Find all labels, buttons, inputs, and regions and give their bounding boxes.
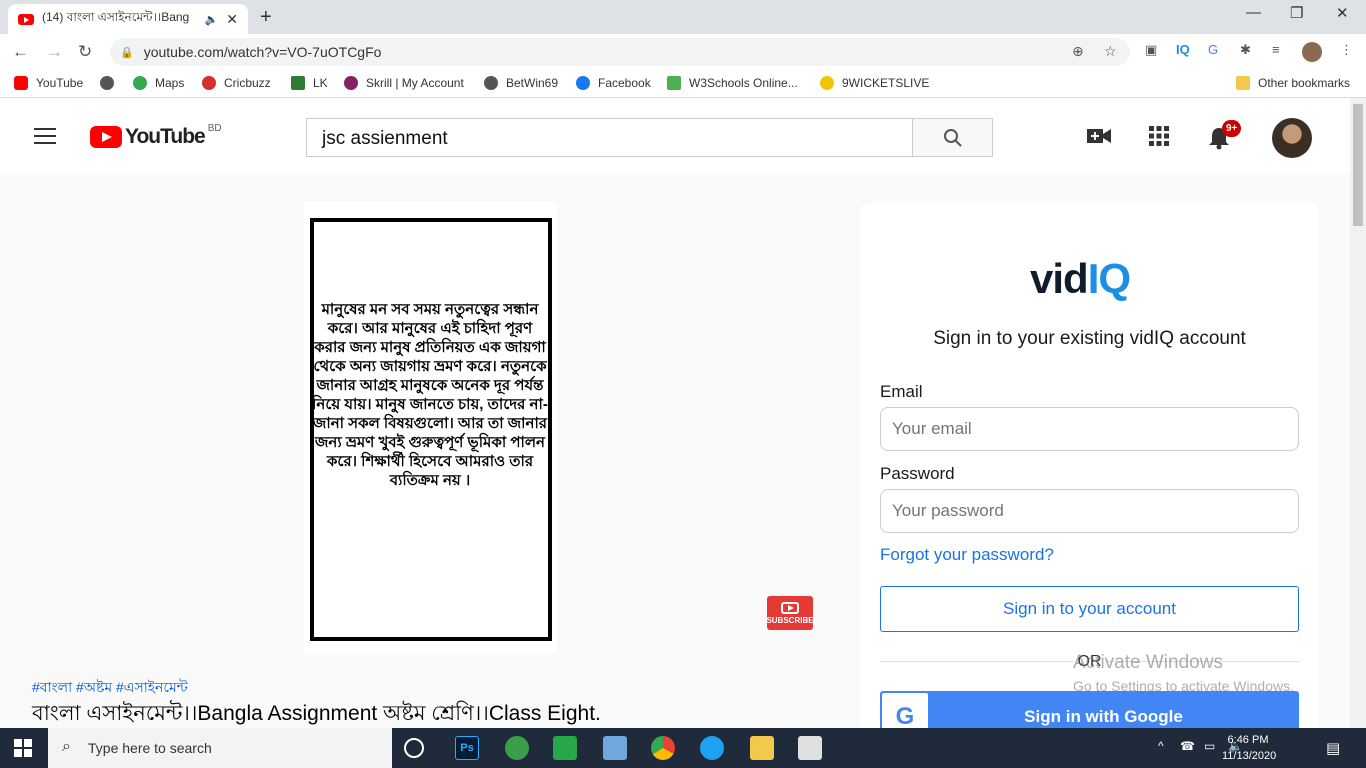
signin-button[interactable]: Sign in to your account: [880, 586, 1299, 632]
password-field[interactable]: [880, 489, 1299, 533]
search-icon: [943, 128, 962, 147]
email-label: Email: [880, 382, 923, 401]
speaker-icon[interactable]: 🔈: [205, 13, 219, 26]
zoom-icon[interactable]: ⊕: [1072, 43, 1084, 60]
new-tab-button[interactable]: +: [260, 6, 272, 29]
create-video-icon[interactable]: [1087, 126, 1111, 151]
video-text: মানুষের মন সব সময় নতুনত্বের সন্ধান করে।…: [312, 301, 548, 489]
vidiq-extension-icon[interactable]: IQ: [1176, 42, 1190, 57]
bookmark-lk[interactable]: LK: [291, 76, 328, 90]
bookmark-w3schools[interactable]: W3Schools Online...: [667, 76, 798, 90]
youtube-header: YouTube BD jsc assienment 9+: [0, 98, 1350, 173]
restore-button[interactable]: ❐: [1290, 4, 1303, 22]
bookmark-skrill[interactable]: Skrill | My Account: [344, 76, 464, 90]
video-title: বাংলা এসাইনমেন্ট।।Bangla Assignment অষ্ট…: [32, 702, 601, 725]
youtube-favicon-icon: [18, 13, 34, 25]
youtube-logo[interactable]: YouTube BD: [90, 122, 222, 149]
back-button[interactable]: ←: [12, 42, 29, 62]
windows-taskbar: ⌕ Type here to search Ps ^ ☎ ▭ 🔈 6:46 PM…: [0, 728, 1366, 768]
other-bookmarks[interactable]: Other bookmarks: [1236, 76, 1350, 90]
bookmark-maps[interactable]: Maps: [133, 76, 184, 90]
profile-avatar-icon[interactable]: [1302, 42, 1322, 62]
bookmark-9wicketslive[interactable]: 9WICKETSLIVE: [820, 76, 929, 90]
forward-button[interactable]: →: [46, 42, 63, 62]
translate-icon[interactable]: G: [1208, 42, 1218, 57]
w3schools-icon: [667, 76, 681, 90]
close-tab-icon[interactable]: ✕: [226, 11, 238, 28]
bookmark-youtube[interactable]: YouTube: [14, 76, 83, 90]
bookmark-cricbuzz[interactable]: Cricbuzz: [202, 76, 271, 90]
search-input[interactable]: jsc assienment: [306, 118, 913, 157]
video-player[interactable]: মানুষের মন সব সময় নতুনত্বের সন্ধান করে।…: [304, 202, 557, 653]
extensions-puzzle-icon[interactable]: ✱: [1240, 42, 1251, 58]
photoshop-icon[interactable]: Ps: [455, 736, 479, 760]
password-label: Password: [880, 464, 955, 483]
network-icon[interactable]: ☎: [1180, 739, 1195, 753]
user-avatar[interactable]: [1272, 118, 1312, 158]
folder-icon: [1236, 76, 1250, 90]
notification-badge: 9+: [1222, 120, 1242, 137]
facebook-icon: [576, 76, 590, 90]
bookmark-facebook[interactable]: Facebook: [576, 76, 651, 90]
address-bar-row: ← → ↻ 🔒 youtube.com/watch?v=VO-7uOTCgFo …: [0, 34, 1366, 70]
signin-heading: Sign in to your existing vidIQ account: [933, 328, 1246, 349]
camtasia-icon[interactable]: [553, 736, 577, 760]
reload-button[interactable]: ↻: [78, 42, 92, 62]
youtube-icon: [14, 76, 28, 90]
app-green-icon[interactable]: [505, 736, 529, 760]
9wickets-icon: [820, 76, 834, 90]
chrome-icon[interactable]: [651, 736, 675, 760]
bet365-icon: [291, 76, 305, 90]
system-clock[interactable]: 6:46 PM 11/13/2020: [1222, 732, 1276, 764]
desktop-app-icon[interactable]: [603, 736, 627, 760]
taskbar-search[interactable]: ⌕ Type here to search: [48, 728, 392, 768]
browser-tab[interactable]: (14) বাংলা এসাইনমেন্ট।।Bang 🔈 ✕: [8, 4, 248, 34]
tab-title: (14) বাংলা এসাইনমেন্ট।।Bang: [42, 10, 190, 24]
minimize-button[interactable]: —: [1246, 4, 1261, 21]
photos-icon[interactable]: [798, 736, 822, 760]
windows-start-icon[interactable]: [14, 739, 32, 757]
file-explorer-icon[interactable]: [750, 736, 774, 760]
hamburger-menu-icon[interactable]: [34, 128, 56, 144]
globe-icon: [100, 76, 114, 90]
search-button[interactable]: [912, 118, 993, 157]
cricbuzz-icon: [202, 76, 216, 90]
subscribe-play-icon: [781, 601, 799, 614]
notification-center-icon[interactable]: ▤: [1326, 739, 1340, 757]
skrill-icon: [344, 76, 358, 90]
tray-chevron-icon[interactable]: ^: [1158, 739, 1164, 753]
forgot-password-link[interactable]: Forgot your password?: [880, 545, 1054, 565]
youtube-play-icon: [90, 126, 122, 148]
page-scrollbar[interactable]: [1350, 98, 1366, 728]
picture-in-picture-icon[interactable]: ▣: [1145, 42, 1157, 58]
url-bar[interactable]: 🔒 youtube.com/watch?v=VO-7uOTCgFo: [110, 38, 1130, 66]
bookmark-star-icon[interactable]: ☆: [1104, 43, 1117, 60]
vidiq-logo: vidIQ: [1030, 255, 1131, 302]
country-code: BD: [207, 122, 222, 134]
scrollbar-thumb[interactable]: [1353, 104, 1363, 226]
bookmarks-bar: YouTube Maps Cricbuzz LK Skrill | My Acc…: [0, 70, 1366, 98]
edge-icon[interactable]: [700, 736, 724, 760]
battery-icon[interactable]: ▭: [1204, 739, 1215, 753]
task-view-icon[interactable]: [404, 738, 424, 758]
menu-kebab-icon[interactable]: ⋮: [1340, 42, 1353, 58]
media-control-icon[interactable]: ≡: [1272, 42, 1280, 57]
lock-icon: 🔒: [120, 46, 134, 59]
maps-pin-icon: [133, 76, 147, 90]
bookmark-betwin69[interactable]: BetWin69: [484, 76, 558, 90]
activate-windows-watermark: Activate Windows Go to Settings to activ…: [1073, 652, 1294, 694]
search-icon: ⌕: [62, 738, 71, 755]
subscribe-watermark[interactable]: SUBSCRIBE: [766, 596, 814, 630]
bookmark-globe[interactable]: [100, 76, 122, 90]
globe-icon: [484, 76, 498, 90]
close-window-button[interactable]: ✕: [1336, 4, 1349, 22]
email-field[interactable]: [880, 407, 1299, 451]
browser-tabstrip: (14) বাংলা এসাইনমেন্ট।।Bang 🔈 ✕ + — ❐ ✕: [0, 0, 1366, 34]
url-text: youtube.com/watch?v=VO-7uOTCgFo: [143, 44, 382, 60]
apps-grid-icon[interactable]: [1149, 126, 1169, 151]
